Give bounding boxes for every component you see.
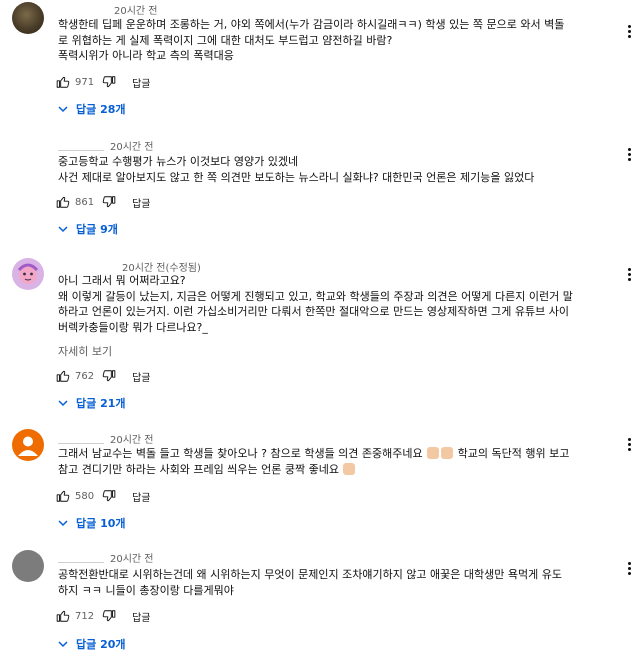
like-button[interactable] — [54, 367, 72, 385]
more-actions-button[interactable] — [622, 266, 636, 282]
dislike-button[interactable] — [100, 607, 118, 625]
dislike-button[interactable] — [100, 367, 118, 385]
comment-thread: 20시간 전 중고등학교 수행평가 뉴스가 이것보다 영양가 있겠네 사건 제대… — [0, 132, 640, 242]
thumb-down-icon — [102, 490, 116, 502]
thumb-down-icon — [102, 370, 116, 382]
like-count: 580 — [75, 490, 95, 502]
thumb-up-icon — [56, 610, 70, 622]
avatar[interactable] — [12, 550, 44, 582]
thumb-down-icon — [102, 76, 116, 88]
replies-count-label: 답글 20개 — [76, 638, 126, 651]
comment-actions: 762 답글 — [54, 367, 151, 385]
thumbs-up-emoji-icon — [343, 462, 356, 475]
like-count: 762 — [75, 370, 95, 382]
comment-thread: 20시간 전 공학전환반대로 시위하는건데 왜 시위하는지 무엇이 문제인지 조… — [0, 546, 640, 656]
thumb-up-icon — [56, 370, 70, 382]
thumb-up-icon — [56, 76, 70, 88]
author-name[interactable] — [58, 144, 104, 151]
view-replies-button[interactable]: 답글 20개 — [58, 636, 126, 652]
thumb-down-icon — [102, 610, 116, 622]
thumb-up-icon — [56, 196, 70, 208]
avatar[interactable] — [12, 258, 44, 290]
avatar[interactable] — [12, 2, 44, 34]
replies-count-label: 답글 10개 — [76, 517, 126, 530]
person-icon — [18, 436, 38, 456]
reply-button[interactable]: 답글 — [132, 195, 150, 210]
avatar[interactable] — [12, 429, 44, 461]
like-button[interactable] — [54, 607, 72, 625]
comment-text: 학생한테 딥페 운운하며 조롱하는 거, 야외 쪽에서(누가 감금이라 하시길래… — [58, 18, 565, 62]
reply-button[interactable]: 답글 — [132, 369, 150, 384]
view-replies-button[interactable]: 답글 9개 — [58, 221, 118, 237]
dislike-button[interactable] — [100, 487, 118, 505]
comment-text: 공학전환반대로 시위하는건데 왜 시위하는지 무엇이 문제인지 조차얘기하지 않… — [58, 568, 562, 597]
thumb-up-icon — [56, 490, 70, 502]
reply-button[interactable]: 답글 — [132, 489, 150, 504]
view-replies-button[interactable]: 답글 10개 — [58, 515, 126, 531]
comment-text: 아니 그래서 뭐 어쩌라고요? 왜 이렇게 갈등이 났는지, 지금은 어떻게 진… — [58, 274, 573, 334]
view-replies-button[interactable]: 답글 21개 — [58, 395, 126, 411]
more-actions-button[interactable] — [622, 146, 636, 162]
comment-actions: 712 답글 — [54, 607, 151, 625]
like-button[interactable] — [54, 193, 72, 211]
like-count: 971 — [75, 76, 95, 88]
comment-thread: 20시간 전 학생한테 딥페 운운하며 조롱하는 거, 야외 쪽에서(누가 감금… — [0, 0, 640, 125]
comment-actions: 861 답글 — [54, 193, 151, 211]
comment-text: 그래서 남교수는 벽돌 들고 학생들 찾아오나 ? 참으로 학생들 의견 존중해… — [58, 447, 570, 476]
comment-time[interactable]: 20시간 전 — [58, 550, 154, 565]
replies-count-label: 답글 9개 — [76, 223, 118, 236]
thumb-down-icon — [102, 196, 116, 208]
comment-actions: 971 답글 — [54, 73, 151, 91]
reply-button[interactable]: 답글 — [132, 75, 150, 90]
avatar-illustration — [17, 263, 39, 284]
like-count: 712 — [75, 610, 95, 622]
comment-thread: 20시간 전(수정됨) 아니 그래서 뭐 어쩌라고요? 왜 이렇게 갈등이 났는… — [0, 254, 640, 416]
chevron-down-icon — [58, 641, 68, 648]
reply-button[interactable]: 답글 — [132, 609, 150, 624]
like-button[interactable] — [54, 73, 72, 91]
comment-thread: 20시간 전 그래서 남교수는 벽돌 들고 학생들 찾아오나 ? 참으로 학생들… — [0, 426, 640, 536]
more-actions-button[interactable] — [622, 23, 636, 39]
more-actions-button[interactable] — [622, 436, 636, 452]
like-count: 861 — [75, 196, 95, 208]
clap-emoji-icon — [441, 447, 454, 459]
comment-time[interactable]: 20시간 전 — [114, 2, 158, 17]
comment-time[interactable]: 20시간 전 — [58, 431, 154, 446]
comment-actions: 580 답글 — [54, 487, 151, 505]
like-button[interactable] — [54, 487, 72, 505]
more-actions-button[interactable] — [622, 560, 636, 576]
view-replies-button[interactable]: 답글 28개 — [58, 101, 126, 117]
chevron-down-icon — [58, 106, 68, 113]
replies-count-label: 답글 28개 — [76, 103, 126, 116]
author-name[interactable] — [58, 556, 104, 563]
chevron-down-icon — [58, 520, 68, 527]
author-name[interactable] — [58, 437, 104, 444]
comment-time[interactable]: 20시간 전 — [58, 138, 154, 153]
dislike-button[interactable] — [100, 73, 118, 91]
chevron-down-icon — [58, 400, 68, 407]
chevron-down-icon — [58, 226, 68, 233]
clap-emoji-icon — [427, 447, 440, 459]
read-more-link[interactable]: 자세히 보기 — [58, 343, 112, 359]
replies-count-label: 답글 21개 — [76, 397, 126, 410]
comment-time[interactable]: 20시간 전(수정됨) — [122, 259, 201, 274]
comment-text: 중고등학교 수행평가 뉴스가 이것보다 영양가 있겠네 사건 제대로 알아보지도… — [58, 155, 535, 184]
dislike-button[interactable] — [100, 193, 118, 211]
